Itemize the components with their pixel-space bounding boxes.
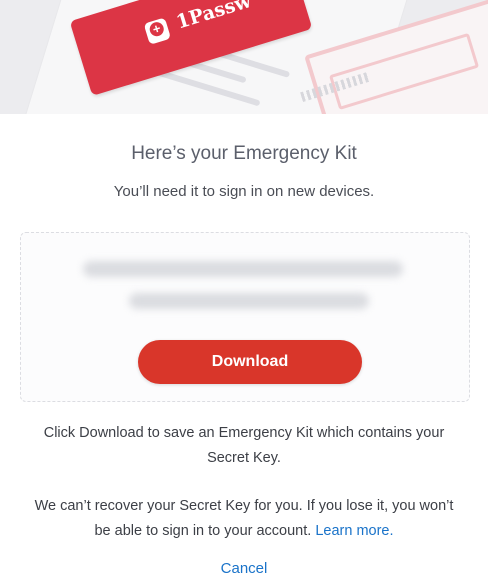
secret-key-field — [328, 32, 480, 110]
brand-name: 1Passw — [173, 0, 254, 34]
blurred-account-detail — [129, 293, 369, 309]
dialog-subtitle: You’ll need it to sign in on new devices… — [113, 183, 375, 200]
blurred-account-detail — [83, 261, 403, 277]
info-text: Click Download to save an Emergency Kit … — [43, 425, 445, 466]
warning-text: We can’t recover your Secret Key for you… — [30, 494, 458, 544]
download-button[interactable]: Download — [138, 340, 362, 384]
onepassword-logo-icon — [143, 17, 172, 45]
cancel-link[interactable]: Cancel — [0, 560, 488, 577]
dialog-title: Here’s your Emergency Kit — [131, 143, 357, 164]
learn-more-link[interactable]: Learn more. — [315, 523, 393, 539]
header-illustration: 1Passw — [0, 0, 488, 114]
